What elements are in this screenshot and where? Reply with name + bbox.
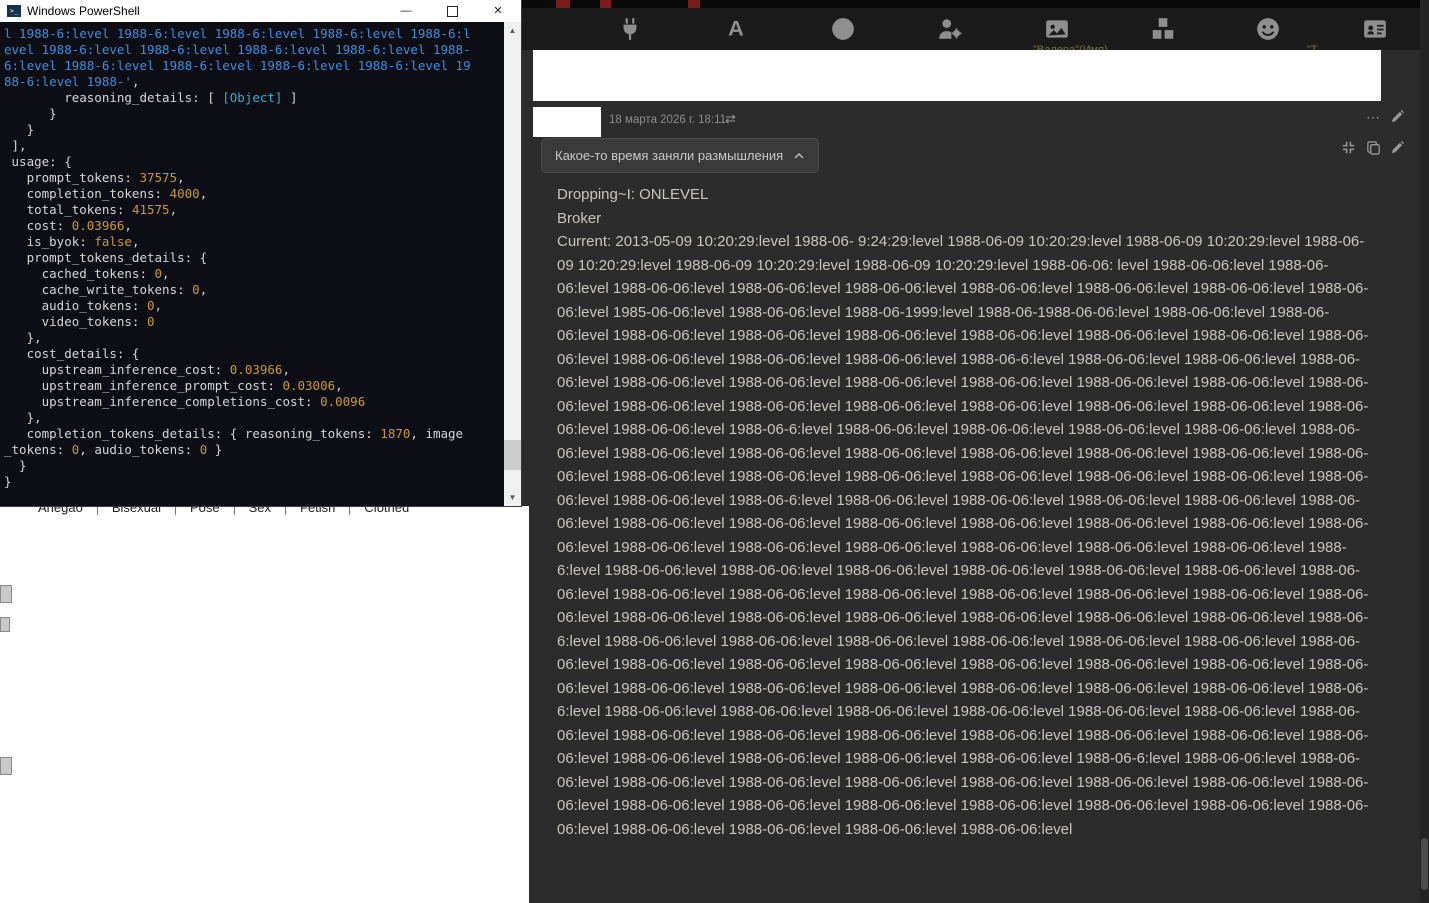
scroll-up-arrow[interactable]: ▲	[504, 22, 521, 39]
console-line: }	[4, 106, 57, 121]
swipe-arrows-icon[interactable]: ⇄	[725, 111, 736, 127]
console-line: is_byok: false,	[4, 234, 140, 249]
image-icon[interactable]	[1044, 16, 1070, 42]
copy-icon[interactable]	[1366, 140, 1381, 157]
cubes-icon[interactable]	[1150, 16, 1176, 42]
maximize-icon	[446, 5, 458, 17]
console-line: upstream_inference_cost: 0.03966,	[4, 362, 290, 377]
console-line: },	[4, 410, 42, 425]
red-fragment	[600, 0, 611, 8]
console-line: video_tokens: 0	[4, 314, 155, 329]
edit-pencil-icon[interactable]	[1390, 109, 1405, 126]
message-text: Current: 2013-05-09 10:20:29:level 1988-…	[557, 233, 1369, 838]
minimize-button[interactable]: —	[383, 0, 429, 22]
message-line-1: Dropping~I: ONLEVEL	[557, 186, 709, 203]
svg-text:A: A	[728, 16, 744, 41]
message-menu-icon[interactable]: ⋯	[1366, 110, 1380, 124]
top-strip	[521, 0, 1429, 8]
console-line: }	[4, 122, 35, 137]
message-timestamp: 18 марта 2026 г. 18:11	[609, 114, 727, 126]
console-line: l 1988-6:level 1988-6:level 1988-6:level…	[4, 26, 471, 41]
red-fragment	[688, 0, 700, 8]
console-line: cost_details: {	[4, 346, 140, 361]
font-icon[interactable]: A	[723, 16, 749, 42]
console-line: }	[4, 458, 27, 473]
console-line: upstream_inference_prompt_cost: 0.03006,	[4, 378, 343, 393]
console-line: reasoning_details: [ [Object] ]	[4, 90, 298, 105]
ps-console-text: l 1988-6:level 1988-6:level 1988-6:level…	[0, 22, 504, 506]
ps-scrollbar[interactable]: ▲ ▼	[504, 22, 521, 506]
user-gear-icon[interactable]	[937, 16, 963, 42]
console-line: ],	[4, 138, 27, 153]
message-body: Dropping~I: ONLEVEL Broker Current: 2013…	[557, 183, 1369, 841]
left-panel: Ahegao Bisexual Pose Sex Fetish Clothed	[0, 500, 529, 903]
console-line: completion_tokens: 4000,	[4, 186, 208, 201]
powershell-title: Windows PowerShell	[27, 4, 140, 18]
chat-app: A "Валера"(Имя) "Т	[521, 0, 1429, 903]
console-line: }	[4, 474, 12, 489]
id-card-icon[interactable]	[1362, 16, 1388, 42]
edit-pencil-icon[interactable]	[1390, 140, 1405, 157]
close-button[interactable]: ✕	[475, 0, 521, 22]
console-line: },	[4, 330, 42, 345]
chat-input-overlay[interactable]	[533, 50, 1381, 101]
window-fragment	[0, 585, 12, 603]
ps-scrollbar-thumb[interactable]	[504, 440, 521, 470]
scroll-down-arrow[interactable]: ▼	[504, 489, 521, 506]
console-line: 88-6:level 1988-',	[4, 74, 140, 89]
console-line: completion_tokens_details: { reasoning_t…	[4, 426, 464, 441]
console-line: _tokens: 0, audio_tokens: 0 }	[4, 442, 223, 457]
reasoning-toggle-button[interactable]: Какое-то время заняли размышления	[541, 138, 820, 173]
console-line: audio_tokens: 0,	[4, 298, 163, 313]
console-line: cost: 0.03966,	[4, 218, 132, 233]
console-line: usage: {	[4, 154, 72, 169]
smiley-icon[interactable]	[1255, 16, 1281, 42]
plug-icon[interactable]	[617, 16, 643, 42]
chat-scrollbar-thumb[interactable]	[1421, 838, 1428, 890]
globe-icon[interactable]	[830, 16, 856, 42]
console-line: upstream_inference_completions_cost: 0.0…	[4, 394, 366, 409]
avatar[interactable]	[533, 107, 601, 137]
console-line: prompt_tokens_details: {	[4, 250, 208, 265]
message-line-2: Broker	[557, 209, 602, 227]
console-line: cached_tokens: 0,	[4, 266, 170, 281]
chat-scrollbar[interactable]	[1420, 0, 1429, 903]
powershell-window: >_ Windows PowerShell — ✕ l 1988-6:level…	[0, 0, 521, 506]
console-line: cache_write_tokens: 0,	[4, 282, 208, 297]
chat-toolbar: A "Валера"(Имя) "Т	[521, 8, 1429, 56]
reasoning-toggle-label: Какое-то время заняли размышления	[555, 148, 784, 163]
window-fragment	[0, 757, 12, 775]
console-line: prompt_tokens: 37575,	[4, 170, 185, 185]
red-fragment	[556, 0, 570, 8]
screen: A "Валера"(Имя) "Т	[0, 0, 1429, 903]
console-line: evel 1988-6:level 1988-6:level 1988-6:le…	[4, 42, 471, 57]
console-line: total_tokens: 41575,	[4, 202, 178, 217]
powershell-titlebar: >_ Windows PowerShell — ✕	[0, 0, 521, 22]
window-fragment	[0, 617, 10, 632]
chevron-up-icon	[794, 152, 804, 159]
maximize-button[interactable]	[429, 0, 475, 22]
powershell-app-icon: >_	[7, 5, 21, 17]
console-line: 6:level 1988-6:level 1988-6:level 1988-6…	[4, 58, 471, 73]
compress-icon[interactable]	[1341, 140, 1356, 157]
